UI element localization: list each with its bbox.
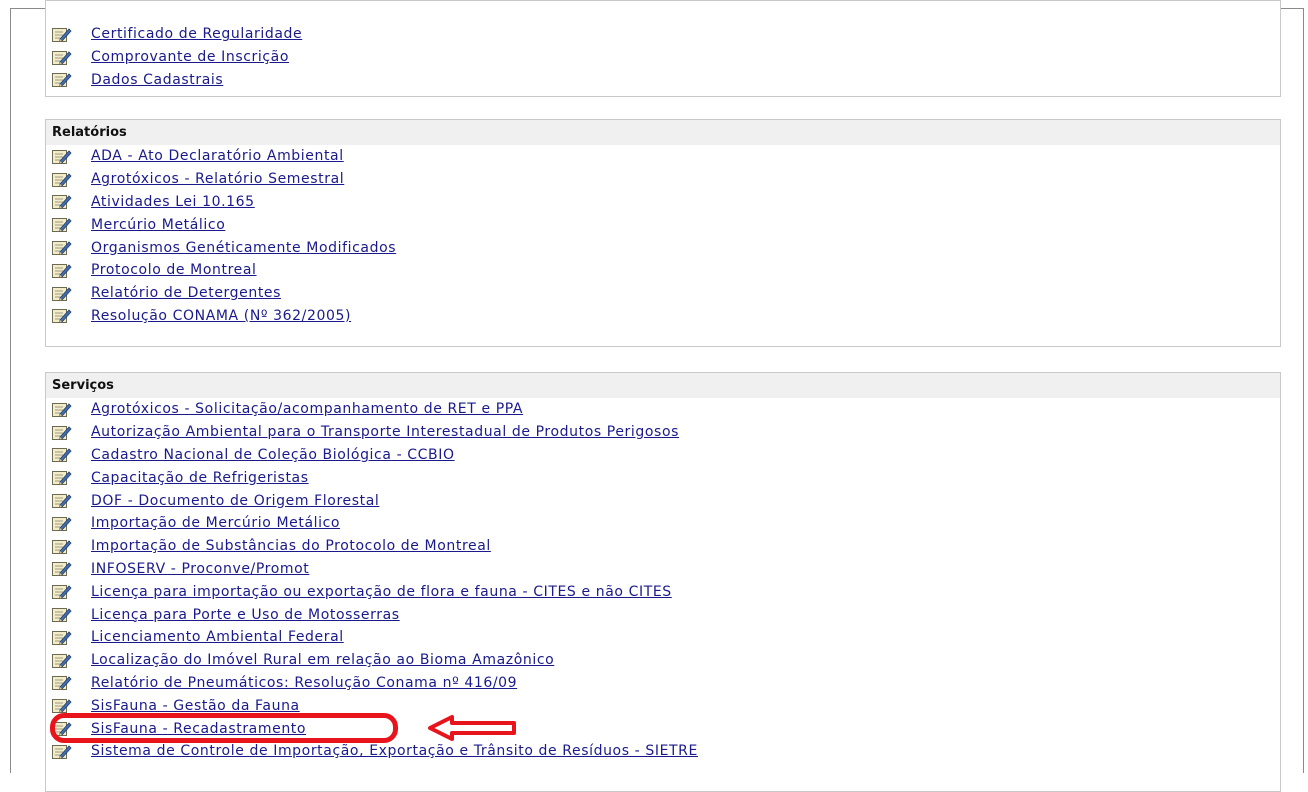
edit-document-icon: [51, 26, 72, 43]
list-item: Localização do Imóvel Rural em relação a…: [51, 649, 1280, 672]
edit-document-icon: [51, 720, 72, 737]
edit-document-icon: [51, 629, 72, 646]
list-item: Mercúrio Metálico: [51, 213, 1280, 236]
service-link[interactable]: DOF - Documento de Origem Florestal: [91, 493, 379, 509]
edit-document-icon: [51, 446, 72, 463]
edit-document-icon: [51, 515, 72, 532]
list-item: Licenciamento Ambiental Federal: [51, 626, 1280, 649]
edit-document-icon: [51, 171, 72, 188]
list-item: Autorização Ambiental para o Transporte …: [51, 421, 1280, 444]
edit-document-icon: [51, 193, 72, 210]
edit-document-icon: [51, 469, 72, 486]
edit-document-icon: [51, 697, 72, 714]
edit-document-icon: [51, 239, 72, 256]
edit-document-icon: [51, 606, 72, 623]
edit-document-icon: [51, 285, 72, 302]
service-link[interactable]: Sistema de Controle de Importação, Expor…: [91, 743, 698, 759]
list-item: Comprovante de Inscrição: [51, 46, 1280, 69]
list-item: Relatório de Detergentes: [51, 282, 1280, 305]
list-item: INFOSERV - Proconve/Promot: [51, 558, 1280, 581]
list-item: Resolução CONAMA (Nº 362/2005): [51, 305, 1280, 328]
service-link[interactable]: Cadastro Nacional de Coleção Biológica -…: [91, 447, 455, 463]
list-item: DOF - Documento de Origem Florestal: [51, 489, 1280, 512]
service-link[interactable]: INFOSERV - Proconve/Promot: [91, 561, 309, 577]
link-list: Agrotóxicos - Solicitação/acompanhamento…: [46, 398, 1280, 763]
edit-document-icon: [51, 216, 72, 233]
list-item: Licença para Porte e Uso de Motosserras: [51, 603, 1280, 626]
service-link[interactable]: Relatório de Pneumáticos: Resolução Cona…: [91, 675, 517, 691]
link-list: ADA - Ato Declaratório Ambiental Agrotóxi…: [46, 145, 1280, 327]
list-item: Agrotóxicos - Solicitação/acompanhamento…: [51, 398, 1280, 421]
panel-relatorios: Relatórios ADA - Ato Declaratório Ambien…: [45, 119, 1281, 347]
edit-document-icon: [51, 674, 72, 691]
service-link[interactable]: Licença para Porte e Uso de Motosserras: [91, 607, 400, 623]
service-link[interactable]: Relatório de Detergentes: [91, 285, 281, 301]
service-link[interactable]: Capacitação de Refrigeristas: [91, 470, 309, 486]
list-item: Organismos Genéticamente Modificados: [51, 236, 1280, 259]
section-title: Relatórios: [46, 120, 1280, 145]
service-link[interactable]: SisFauna - Recadastramento: [91, 721, 306, 737]
service-link[interactable]: Autorização Ambiental para o Transporte …: [91, 424, 679, 440]
list-item: Atividades Lei 10.165: [51, 191, 1280, 214]
list-item: Cadastro Nacional de Coleção Biológica -…: [51, 444, 1280, 467]
edit-document-icon: [51, 538, 72, 555]
edit-document-icon: [51, 583, 72, 600]
service-link[interactable]: Atividades Lei 10.165: [91, 194, 255, 210]
edit-document-icon: [51, 148, 72, 165]
edit-document-icon: [51, 71, 72, 88]
section-title: Serviços: [46, 373, 1280, 398]
list-item: Certificado de Regularidade: [51, 23, 1280, 46]
edit-document-icon: [51, 262, 72, 279]
list-item: Importação de Mercúrio Metálico: [51, 512, 1280, 535]
service-link[interactable]: Comprovante de Inscrição: [91, 49, 289, 65]
service-link[interactable]: Licença para importação ou exportação de…: [91, 584, 672, 600]
service-link[interactable]: Resolução CONAMA (Nº 362/2005): [91, 308, 351, 324]
list-item: SisFauna - Gestão da Fauna: [51, 694, 1280, 717]
service-link[interactable]: Importação de Mercúrio Metálico: [91, 515, 340, 531]
panel-certificados: Certificado de Regularidade Comprovante d…: [45, 0, 1281, 97]
edit-document-icon: [51, 49, 72, 66]
list-item: Dados Cadastrais: [51, 69, 1280, 92]
list-item: ADA - Ato Declaratório Ambiental: [51, 145, 1280, 168]
service-link[interactable]: Protocolo de Montreal: [91, 262, 257, 278]
list-item: Capacitação de Refrigeristas: [51, 466, 1280, 489]
service-link[interactable]: Dados Cadastrais: [91, 72, 223, 88]
service-link[interactable]: ADA - Ato Declaratório Ambiental: [91, 148, 344, 164]
list-item: Relatório de Pneumáticos: Resolução Cona…: [51, 672, 1280, 695]
edit-document-icon: [51, 560, 72, 577]
service-link[interactable]: Localização do Imóvel Rural em relação a…: [91, 652, 554, 668]
link-list: Certificado de Regularidade Comprovante d…: [46, 1, 1280, 91]
list-item: Licença para importação ou exportação de…: [51, 580, 1280, 603]
service-link[interactable]: Certificado de Regularidade: [91, 26, 302, 42]
edit-document-icon: [51, 492, 72, 509]
service-link[interactable]: Licenciamento Ambiental Federal: [91, 629, 344, 645]
service-link[interactable]: Organismos Genéticamente Modificados: [91, 240, 396, 256]
service-link[interactable]: Agrotóxicos - Relatório Semestral: [91, 171, 344, 187]
list-item: Importação de Substâncias do Protocolo d…: [51, 535, 1280, 558]
edit-document-icon: [51, 652, 72, 669]
edit-document-icon: [51, 307, 72, 324]
edit-document-icon: [51, 401, 72, 418]
service-link[interactable]: Agrotóxicos - Solicitação/acompanhamento…: [91, 401, 523, 417]
panel-servicos: Serviços Agrotóxicos - Solicitação/acomp…: [45, 372, 1281, 792]
edit-document-icon: [51, 424, 72, 441]
list-item: Sistema de Controle de Importação, Expor…: [51, 740, 1280, 763]
service-link[interactable]: Importação de Substâncias do Protocolo d…: [91, 538, 491, 554]
edit-document-icon: [51, 743, 72, 760]
service-link[interactable]: SisFauna - Gestão da Fauna: [91, 698, 300, 714]
list-item: SisFauna - Recadastramento: [51, 717, 1280, 740]
list-item: Agrotóxicos - Relatório Semestral: [51, 168, 1280, 191]
service-link[interactable]: Mercúrio Metálico: [91, 217, 225, 233]
list-item: Protocolo de Montreal: [51, 259, 1280, 282]
